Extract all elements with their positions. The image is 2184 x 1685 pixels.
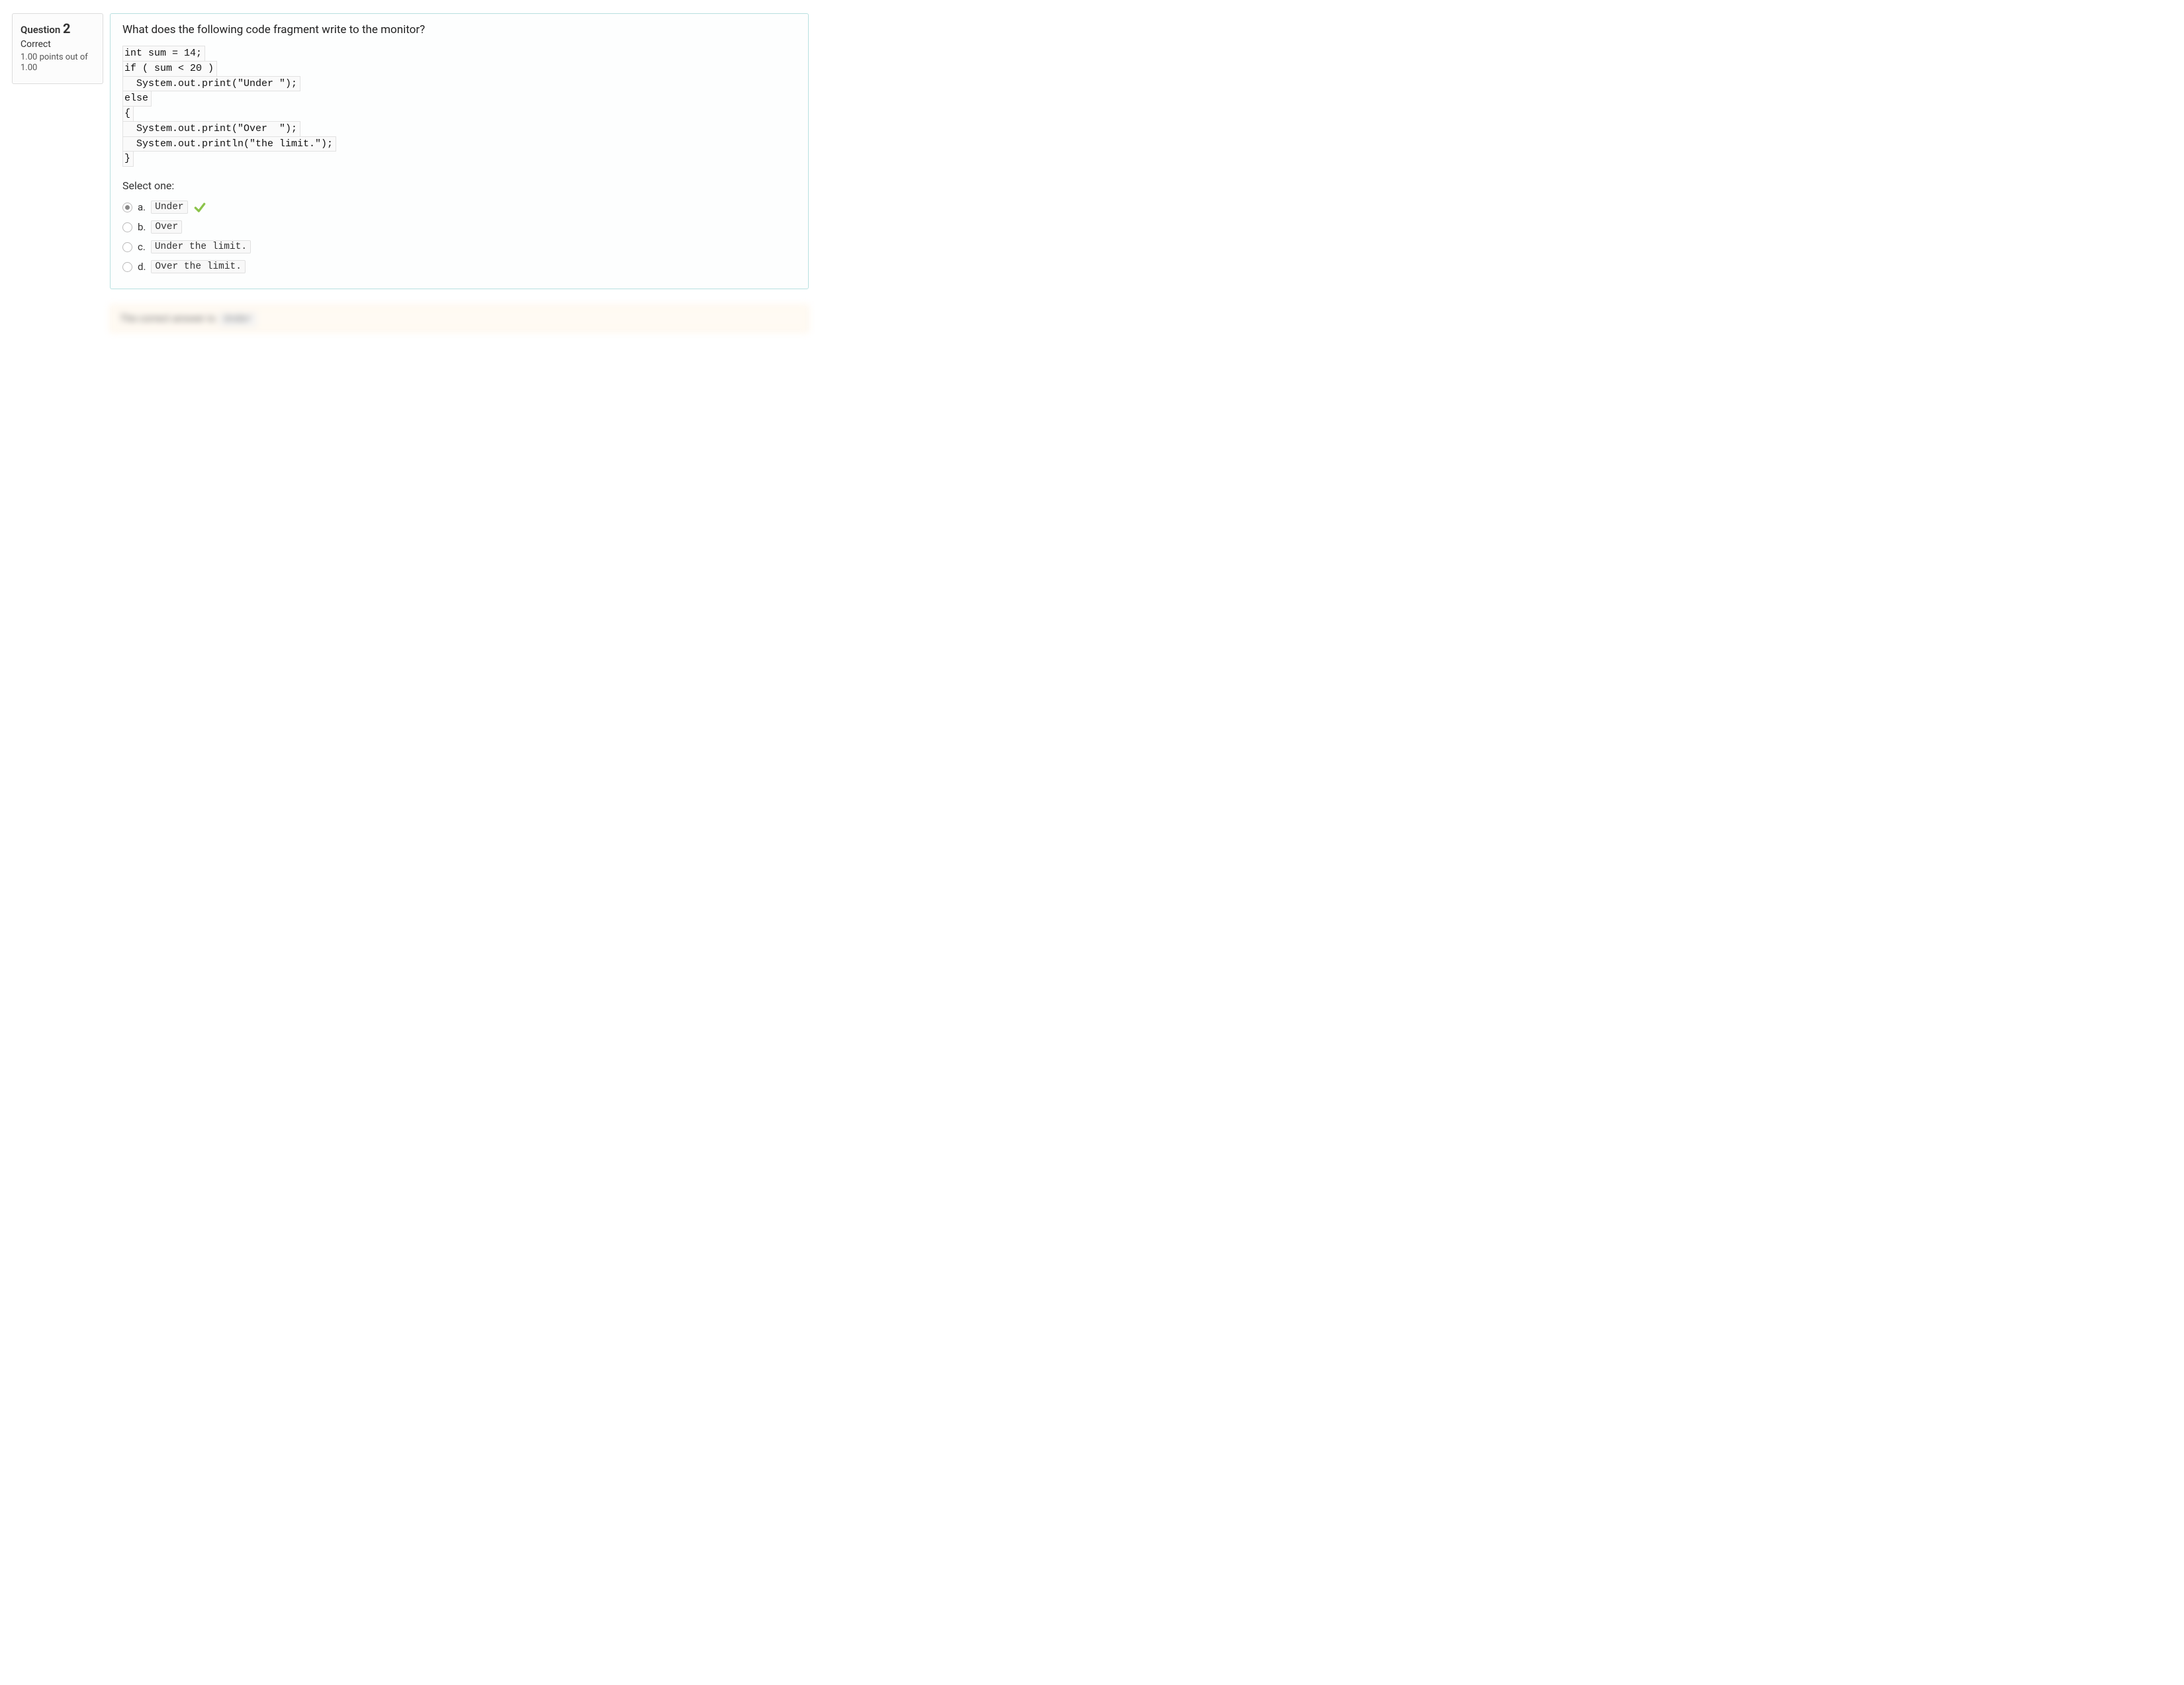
question-status: Correct: [21, 39, 95, 50]
question-container: Question 2 Correct 1.00 points out of 1.…: [0, 13, 821, 289]
answer-option[interactable]: d. Over the limit.: [122, 257, 796, 277]
answer-list: a. Under b. Over c. Under the limit. d. Over th…: [122, 197, 796, 277]
answer-letter: c.: [138, 241, 146, 253]
answer-text: Over the limit.: [151, 260, 246, 273]
select-one-label: Select one:: [122, 179, 796, 192]
question-info-panel: Question 2 Correct 1.00 points out of 1.…: [12, 13, 103, 84]
code-line: else: [122, 91, 152, 107]
code-line: }: [122, 151, 134, 167]
feedback-panel: The correct answer is: Under: [110, 305, 809, 332]
feedback-answer: Under: [220, 313, 257, 326]
question-label: Question 2: [21, 21, 95, 36]
question-points: 1.00 points out of 1.00: [21, 52, 95, 74]
code-line: System.out.println("the limit.");: [122, 136, 336, 152]
code-line: {: [122, 106, 134, 122]
code-line: System.out.print("Under ");: [122, 76, 300, 92]
code-line: int sum = 14;: [122, 46, 205, 62]
answer-option[interactable]: a. Under: [122, 197, 796, 217]
code-line: System.out.print("Over ");: [122, 121, 300, 137]
feedback-text: The correct answer is:: [120, 312, 217, 324]
answer-option[interactable]: b. Over: [122, 217, 796, 237]
code-block: int sum = 14;if ( sum < 20 ) System.out.…: [122, 46, 796, 166]
question-number: 2: [63, 21, 70, 36]
radio-button[interactable]: [122, 203, 132, 212]
answer-text: Under: [151, 201, 188, 214]
answer-text: Over: [151, 220, 182, 234]
checkmark-icon: [193, 201, 205, 213]
radio-button[interactable]: [122, 242, 132, 252]
answer-letter: a.: [138, 201, 146, 213]
answer-text: Under the limit.: [151, 240, 251, 253]
radio-button[interactable]: [122, 262, 132, 272]
radio-button[interactable]: [122, 222, 132, 232]
question-label-text: Question: [21, 24, 60, 36]
question-content-panel: What does the following code fragment wr…: [110, 13, 809, 289]
question-prompt: What does the following code fragment wr…: [122, 23, 796, 36]
code-line: if ( sum < 20 ): [122, 61, 217, 77]
answer-letter: b.: [138, 221, 146, 233]
answer-option[interactable]: c. Under the limit.: [122, 237, 796, 257]
answer-letter: d.: [138, 261, 146, 273]
